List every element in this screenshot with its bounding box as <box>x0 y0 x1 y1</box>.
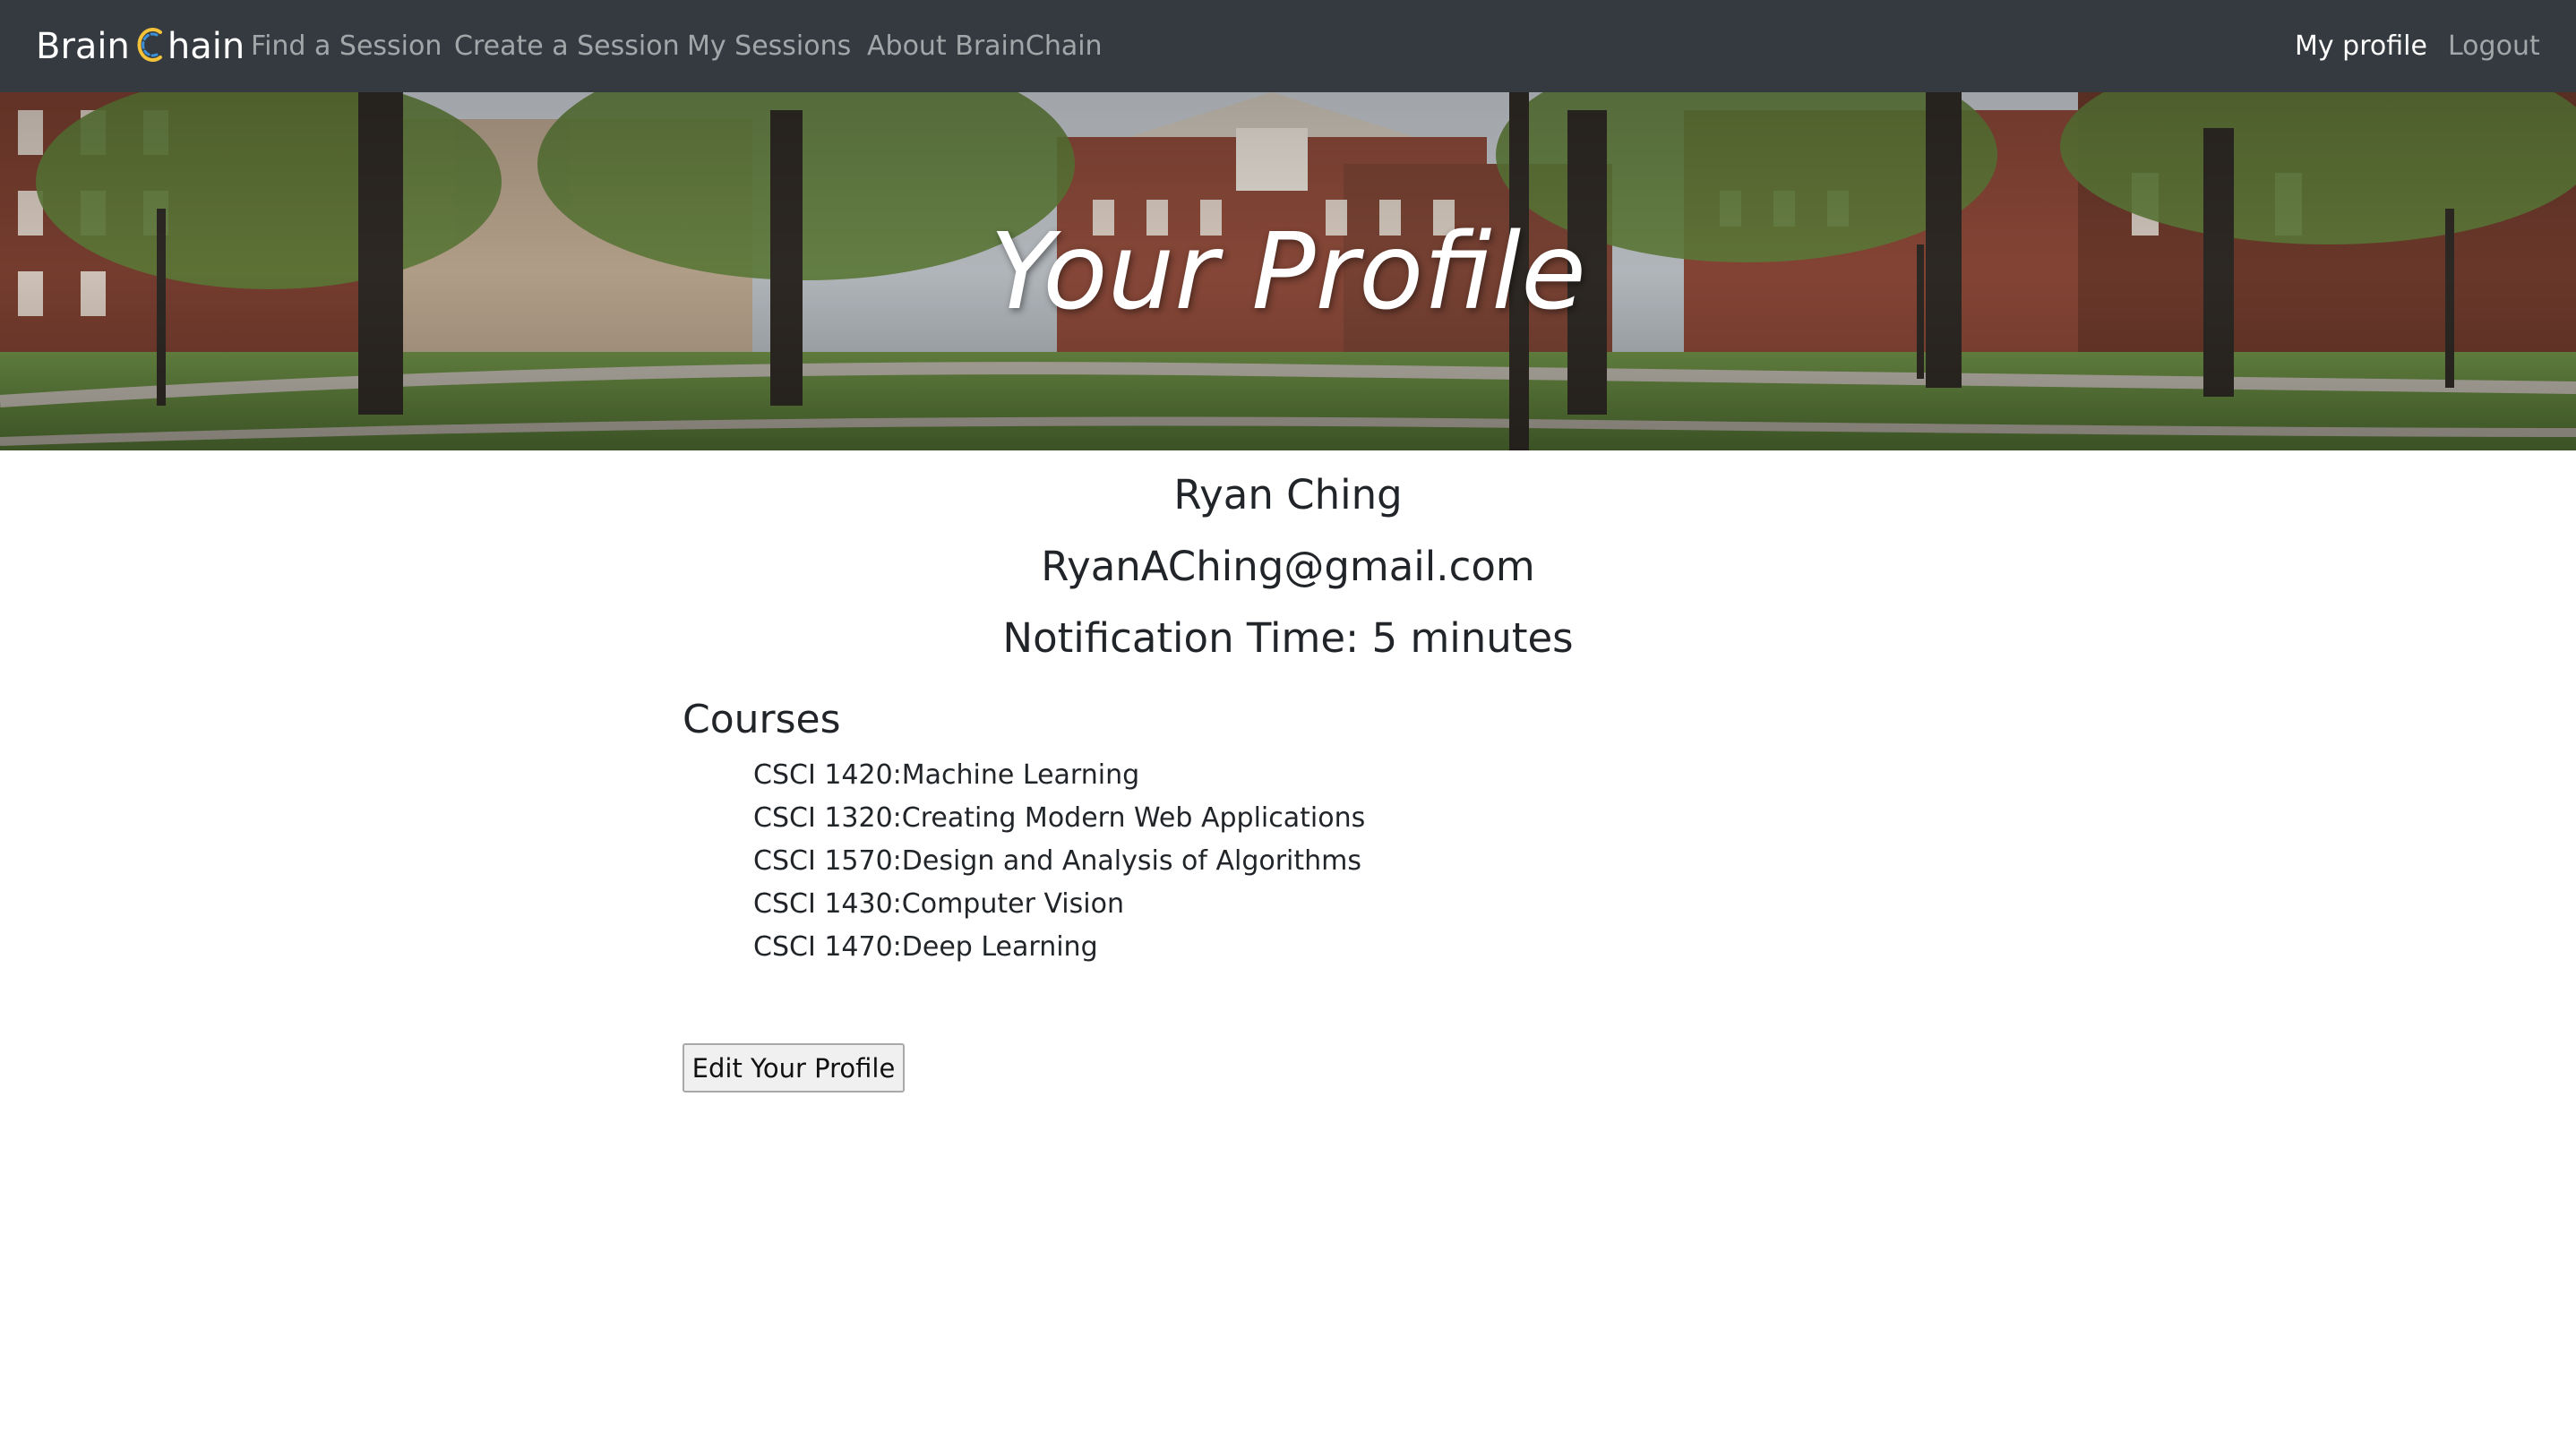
nav-create-session[interactable]: Create a Session <box>454 0 680 92</box>
courses-heading: Courses <box>683 697 841 742</box>
top-navbar: Brain hain Find a Session Create a Sessi… <box>0 0 2576 92</box>
edit-profile-button[interactable]: Edit Your Profile <box>683 1043 905 1093</box>
nav-logout[interactable]: Logout <box>2448 0 2540 92</box>
c-chain-logo-icon <box>137 27 162 62</box>
nav-my-profile[interactable]: My profile <box>2295 0 2427 92</box>
course-item: CSCI 1430:Computer Vision <box>753 888 1124 920</box>
course-item: CSCI 1470:Deep Learning <box>753 931 1098 963</box>
course-item: CSCI 1320:Creating Modern Web Applicatio… <box>753 802 1366 834</box>
course-item: CSCI 1570:Design and Analysis of Algorit… <box>753 845 1362 877</box>
brand-logo[interactable]: Brain hain <box>36 0 245 92</box>
notification-time: Notification Time: 5 minutes <box>1002 614 1574 662</box>
profile-name: Ryan Ching <box>1173 471 1403 518</box>
profile-email: RyanAChing@gmail.com <box>1041 543 1535 590</box>
nav-my-sessions[interactable]: My Sessions <box>687 0 851 92</box>
nav-about[interactable]: About BrainChain <box>867 0 1103 92</box>
course-item: CSCI 1420:Machine Learning <box>753 759 1140 791</box>
brand-text-prefix: Brain <box>36 25 130 67</box>
course-list: CSCI 1420:Machine Learning CSCI 1320:Cre… <box>753 754 1365 969</box>
nav-find-session[interactable]: Find a Session <box>251 0 442 92</box>
brand-text-suffix: hain <box>167 25 245 67</box>
page-title: Your Profile <box>990 210 1586 333</box>
